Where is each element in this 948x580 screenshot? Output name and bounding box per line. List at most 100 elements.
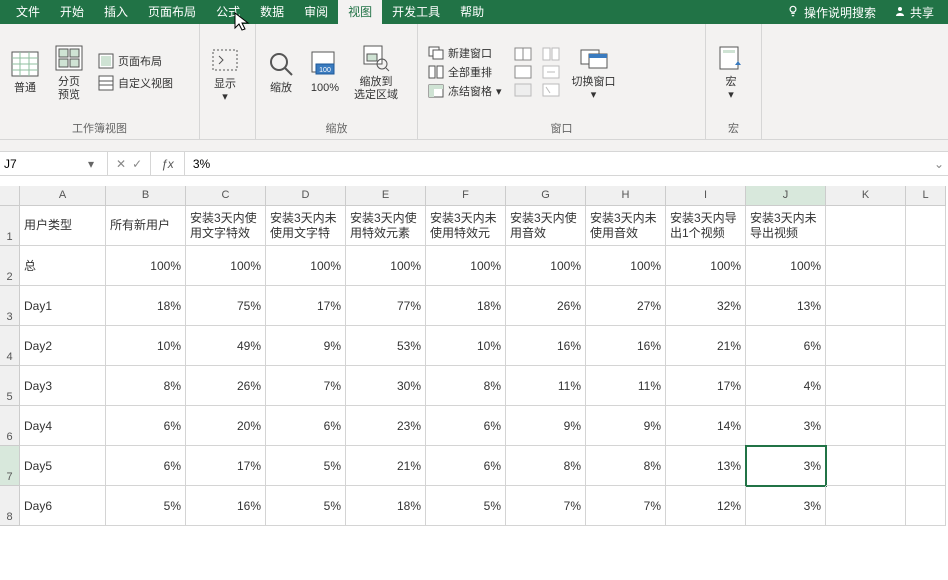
cell[interactable]: 安装3天内未导出视频 (746, 206, 826, 246)
cell[interactable] (906, 246, 946, 286)
row-header-7[interactable]: 7 (0, 446, 20, 486)
cell[interactable]: 100% (106, 246, 186, 286)
cell[interactable] (826, 406, 906, 446)
cell[interactable]: 6% (426, 446, 506, 486)
cell[interactable]: 21% (346, 446, 426, 486)
cell[interactable]: 7% (266, 366, 346, 406)
cell[interactable]: 26% (186, 366, 266, 406)
col-header-B[interactable]: B (106, 186, 186, 206)
cell[interactable]: 12% (666, 486, 746, 526)
cell[interactable]: 32% (666, 286, 746, 326)
col-header-F[interactable]: F (426, 186, 506, 206)
cell[interactable] (906, 446, 946, 486)
menu-页面布局[interactable]: 页面布局 (138, 0, 206, 24)
cell[interactable]: 5% (266, 446, 346, 486)
cell[interactable]: 8% (586, 446, 666, 486)
row-header-8[interactable]: 8 (0, 486, 20, 526)
cell[interactable]: 8% (426, 366, 506, 406)
switch-window-button[interactable]: 切换窗口▾ (566, 38, 622, 106)
cell[interactable]: 3% (746, 406, 826, 446)
cell[interactable]: 17% (186, 446, 266, 486)
cell[interactable]: 6% (426, 406, 506, 446)
cell[interactable]: 8% (506, 446, 586, 486)
page-layout-button[interactable]: 页面布局 (94, 51, 177, 71)
cell[interactable]: 13% (666, 446, 746, 486)
share-button[interactable]: 共享 (886, 4, 942, 21)
custom-views-button[interactable]: 自定义视图 (94, 73, 177, 93)
name-box-input[interactable] (4, 157, 84, 171)
cell[interactable]: 100% (746, 246, 826, 286)
row-header-2[interactable]: 2 (0, 246, 20, 286)
cell[interactable]: 13% (746, 286, 826, 326)
cell[interactable]: 9% (266, 326, 346, 366)
cell[interactable]: 17% (666, 366, 746, 406)
cell[interactable]: 6% (746, 326, 826, 366)
row-header-1[interactable]: 1 (0, 206, 20, 246)
cell[interactable]: 14% (666, 406, 746, 446)
cell[interactable]: Day5 (20, 446, 106, 486)
col-header-K[interactable]: K (826, 186, 906, 206)
name-box[interactable]: ▾ (0, 152, 108, 175)
cell[interactable]: 100% (266, 246, 346, 286)
cell[interactable]: 100% (586, 246, 666, 286)
cell[interactable]: 100% (506, 246, 586, 286)
cell[interactable]: 3% (746, 446, 826, 486)
cell[interactable]: 18% (346, 486, 426, 526)
arrange-all-button[interactable]: 全部重排 (422, 63, 508, 81)
cell[interactable]: 5% (106, 486, 186, 526)
cell[interactable]: 30% (346, 366, 426, 406)
cell[interactable]: 16% (586, 326, 666, 366)
cell[interactable]: 7% (506, 486, 586, 526)
cell[interactable]: 16% (186, 486, 266, 526)
cell[interactable]: Day4 (20, 406, 106, 446)
normal-view-button[interactable]: 普通 (4, 44, 46, 99)
cell[interactable] (826, 286, 906, 326)
cell[interactable]: Day6 (20, 486, 106, 526)
cell[interactable]: 安装3天内使用音效 (506, 206, 586, 246)
cell[interactable]: 安装3天内未使用文字特 (266, 206, 346, 246)
cell[interactable] (826, 326, 906, 366)
col-header-A[interactable]: A (20, 186, 106, 206)
cell[interactable]: 5% (426, 486, 506, 526)
cell[interactable]: 安装3天内使用特效元素 (346, 206, 426, 246)
col-header-I[interactable]: I (666, 186, 746, 206)
cell[interactable] (826, 366, 906, 406)
cell[interactable]: Day2 (20, 326, 106, 366)
cell[interactable]: Day1 (20, 286, 106, 326)
cell[interactable]: 5% (266, 486, 346, 526)
cell[interactable]: 26% (506, 286, 586, 326)
row-header-3[interactable]: 3 (0, 286, 20, 326)
name-box-dropdown[interactable]: ▾ (84, 157, 98, 171)
cell[interactable]: 100% (186, 246, 266, 286)
col-header-E[interactable]: E (346, 186, 426, 206)
formula-input[interactable] (185, 152, 930, 175)
cell[interactable]: 17% (266, 286, 346, 326)
cell[interactable]: 6% (106, 446, 186, 486)
cell[interactable]: 安装3天内使用文字特效 (186, 206, 266, 246)
cell[interactable]: 75% (186, 286, 266, 326)
spreadsheet-grid[interactable]: ABCDEFGHIJKL 12345678 用户类型所有新用户安装3天内使用文字… (0, 186, 948, 546)
cell[interactable]: 18% (106, 286, 186, 326)
cell[interactable]: 18% (426, 286, 506, 326)
cell[interactable]: 6% (106, 406, 186, 446)
col-header-L[interactable]: L (906, 186, 946, 206)
cell[interactable] (826, 246, 906, 286)
cell[interactable]: 3% (746, 486, 826, 526)
cell[interactable]: 49% (186, 326, 266, 366)
row-header-6[interactable]: 6 (0, 406, 20, 446)
menu-审阅[interactable]: 审阅 (294, 0, 338, 24)
menu-开始[interactable]: 开始 (50, 0, 94, 24)
cell[interactable]: 11% (506, 366, 586, 406)
zoom-100-button[interactable]: 100 100% (304, 44, 346, 99)
cell[interactable] (826, 446, 906, 486)
enter-icon[interactable]: ✓ (132, 157, 142, 171)
cancel-icon[interactable]: ✕ (116, 157, 126, 171)
col-header-C[interactable]: C (186, 186, 266, 206)
reset-window-button[interactable] (542, 83, 560, 97)
cell[interactable]: 安装3天内导出1个视频 (666, 206, 746, 246)
cell[interactable]: 安装3天内未使用音效 (586, 206, 666, 246)
show-button[interactable]: 显示▾ (204, 40, 246, 108)
hide-window-button[interactable] (514, 65, 532, 79)
cell[interactable]: 安装3天内未使用特效元 (426, 206, 506, 246)
zoom-button[interactable]: 缩放 (260, 44, 302, 99)
